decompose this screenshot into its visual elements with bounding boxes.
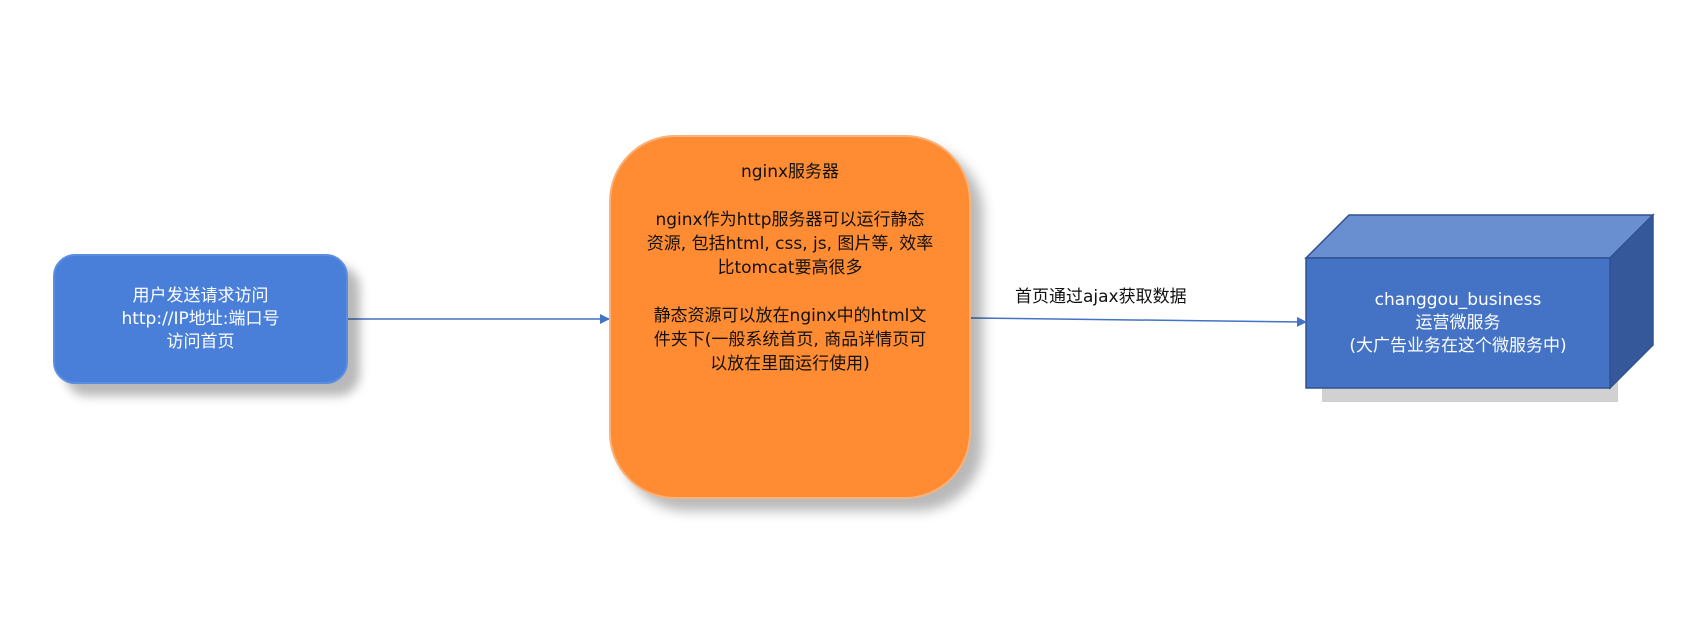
user-node-line-2: http://IP地址:端口号: [121, 308, 280, 329]
user-node-line-3: 访问首页: [166, 331, 235, 352]
user-request-node[interactable]: 用户发送请求访问 http://IP地址:端口号 访问首页: [53, 254, 348, 384]
nginx-node-title: nginx服务器: [740, 162, 840, 182]
edge-label-ajax: 首页通过ajax获取数据: [1015, 287, 1187, 307]
service-node-line-1: changgou_business: [1374, 289, 1542, 310]
service-node-line-2: 运营微服务: [1415, 312, 1501, 333]
nginx-node-para2-line-2: 件夹下(一般系统首页, 商品详情页可: [653, 330, 927, 350]
nginx-node-para1-line-3: 比tomcat要高很多: [717, 258, 863, 278]
nginx-node-para2-line-1: 静态资源可以放在nginx中的html文: [653, 306, 927, 326]
nginx-node-para2-line-3: 以放在里面运行使用): [710, 354, 870, 374]
edge-nginx-to-service: [970, 316, 1307, 327]
user-node-line-1: 用户发送请求访问: [132, 285, 269, 306]
nginx-node-para1-line-2: 资源, 包括html, css, js, 图片等, 效率: [646, 234, 934, 254]
service-node-label: changgou_business 运营微服务 (大广告业务在这个微服务中): [1306, 258, 1610, 388]
nginx-node-para1-line-1: nginx作为http服务器可以运行静态: [655, 210, 925, 230]
service-node-line-3: (大广告业务在这个微服务中): [1349, 335, 1567, 356]
nginx-server-node[interactable]: nginx服务器 nginx作为http服务器可以运行静态 资源, 包括html…: [609, 135, 971, 499]
cube-top-face: [1304, 214, 1655, 259]
